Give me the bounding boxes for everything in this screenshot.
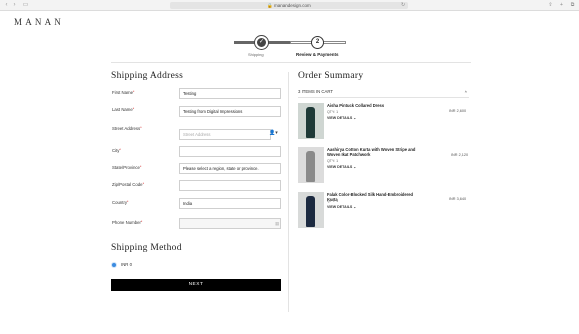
city-field[interactable] bbox=[179, 146, 281, 157]
postal-code-label: Zip/Postal Code* bbox=[112, 182, 144, 187]
chevron-left-icon[interactable]: ‹ bbox=[3, 2, 10, 9]
share-icon[interactable]: ⇧ bbox=[547, 2, 554, 9]
chevron-down-icon: ⌄ bbox=[353, 165, 357, 169]
view-details-toggle[interactable]: VIEW DETAILS ⌄ bbox=[327, 116, 356, 120]
url-text: manandesign.com bbox=[274, 3, 311, 8]
last-name-label: Last Name* bbox=[112, 107, 135, 112]
step-2-indicator: 2 bbox=[311, 36, 324, 49]
country-label: Country* bbox=[112, 200, 129, 205]
street-address-label: Street Address* bbox=[112, 126, 142, 131]
checkout-progress: ✓ 2 Shipping Review & Payments bbox=[234, 36, 346, 58]
state-select[interactable]: Please select a region, state or provinc… bbox=[179, 163, 281, 174]
product-qty: QTY: 1 bbox=[327, 110, 339, 114]
browser-toolbar: ‹ › ▭ 🔒 manandesign.com ↻ ⇧ + ⧉ bbox=[0, 0, 579, 11]
column-divider bbox=[288, 72, 289, 312]
shipping-rate-label: INR 0 bbox=[121, 262, 132, 267]
product-thumbnail[interactable] bbox=[298, 147, 324, 183]
chevron-up-icon: ˄ bbox=[464, 89, 467, 94]
state-label: State/Province* bbox=[112, 165, 142, 170]
country-select[interactable]: India bbox=[179, 198, 281, 209]
shipping-method-heading: Shipping Method bbox=[111, 243, 182, 253]
product-price: INR 3,640 bbox=[449, 197, 467, 201]
cart-items-toggle[interactable]: 3 ITEMS IN CART ˄ bbox=[298, 89, 469, 98]
phone-label: Phone Number* bbox=[112, 220, 143, 225]
chevron-down-icon: ⌄ bbox=[353, 205, 357, 209]
product-name: Aisha Pintuck Collared Dress bbox=[327, 103, 385, 108]
reload-icon[interactable]: ↻ bbox=[401, 2, 405, 9]
items-in-cart-label: 3 ITEMS IN CART bbox=[298, 89, 334, 94]
product-name: Aashirya Cotton Kurta with Woven Stripe … bbox=[327, 147, 416, 157]
step-shipping-label[interactable]: Shipping bbox=[248, 52, 264, 57]
header-divider bbox=[111, 62, 471, 63]
brand-logo[interactable]: MANAN bbox=[14, 17, 64, 27]
chevron-right-icon[interactable]: › bbox=[11, 2, 18, 9]
view-details-toggle[interactable]: VIEW DETAILS ⌄ bbox=[327, 205, 356, 209]
last-name-field[interactable]: Testing from Digital Impressions bbox=[179, 106, 281, 117]
phone-field[interactable] bbox=[179, 218, 281, 229]
product-qty: QTY: 1 bbox=[327, 159, 339, 163]
first-name-field[interactable]: Testing bbox=[179, 88, 281, 99]
postal-code-field[interactable] bbox=[179, 180, 281, 191]
next-button[interactable]: NEXT bbox=[111, 279, 281, 291]
shipping-address-heading: Shipping Address bbox=[111, 71, 184, 81]
product-price: INR 2,120 bbox=[451, 153, 469, 157]
step-review-label: Review & Payments bbox=[296, 52, 339, 57]
tabs-icon[interactable]: ⧉ bbox=[569, 2, 576, 9]
product-thumbnail[interactable] bbox=[298, 192, 324, 228]
chevron-down-icon: ⌄ bbox=[353, 116, 357, 120]
first-name-label: First Name* bbox=[112, 90, 135, 95]
city-label: City* bbox=[112, 148, 121, 153]
address-bar[interactable]: 🔒 manandesign.com bbox=[170, 2, 408, 9]
shipping-rate-radio[interactable] bbox=[111, 262, 117, 268]
order-summary-heading: Order Summary bbox=[298, 71, 364, 81]
product-qty: QTY: 1 bbox=[327, 199, 339, 203]
product-price: INR 2,600 bbox=[449, 109, 467, 113]
product-thumbnail[interactable] bbox=[298, 103, 324, 139]
new-tab-icon[interactable]: + bbox=[558, 2, 565, 9]
street-address-field[interactable]: Street Address bbox=[179, 129, 271, 140]
sidebar-icon[interactable]: ▭ bbox=[22, 2, 29, 9]
product-name: Falak Color-Blocked Silk Hand-Embroidere… bbox=[327, 192, 413, 202]
check-icon[interactable]: ✓ bbox=[255, 36, 268, 49]
calendar-icon: ▦ bbox=[275, 221, 280, 226]
location-icon[interactable]: 👤▾ bbox=[269, 130, 278, 136]
view-details-toggle[interactable]: VIEW DETAILS ⌄ bbox=[327, 165, 356, 169]
